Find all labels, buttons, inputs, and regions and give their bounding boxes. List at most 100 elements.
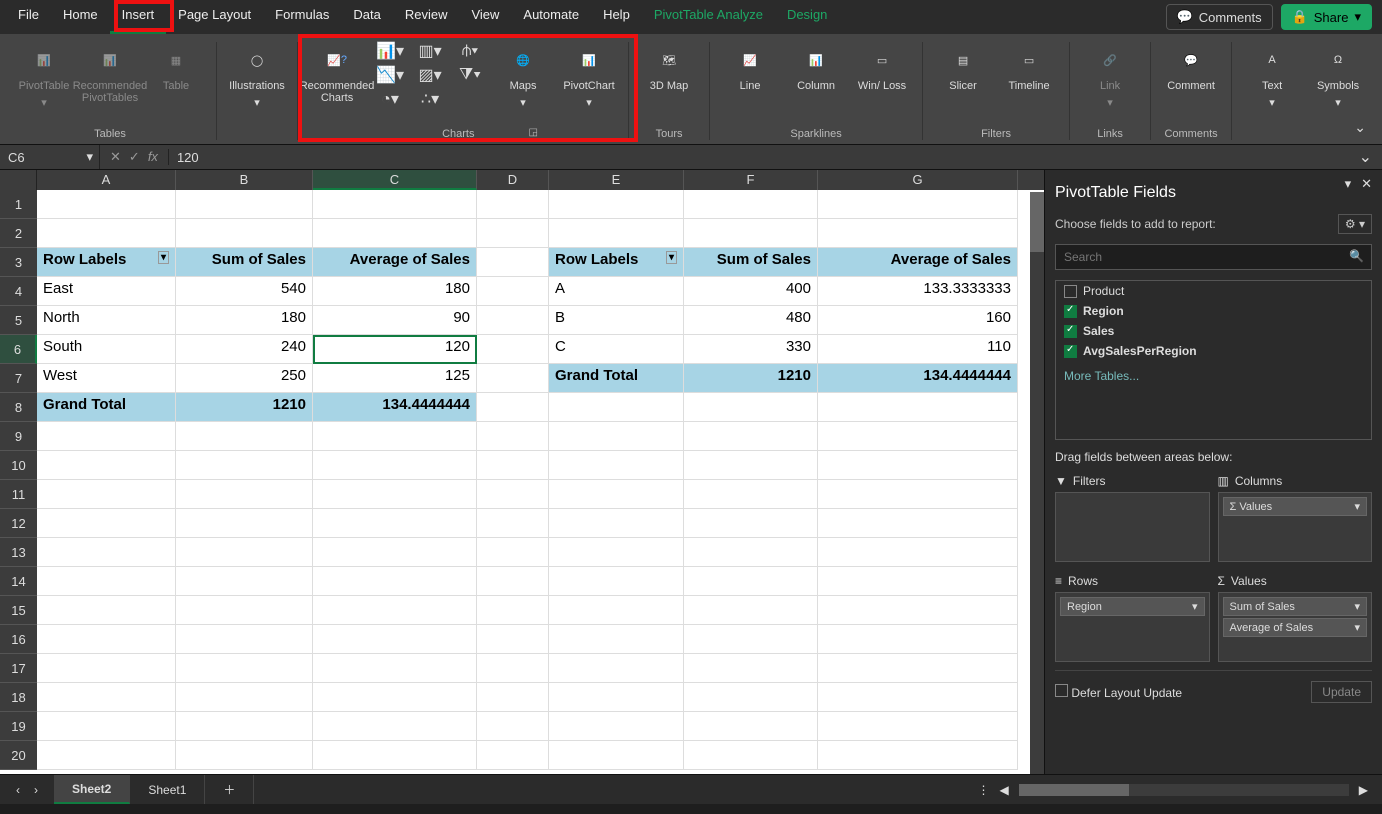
cell[interactable] <box>818 741 1018 770</box>
row-header-1[interactable]: 1 <box>0 190 37 219</box>
cell[interactable] <box>37 422 176 451</box>
row-header-17[interactable]: 17 <box>0 654 37 683</box>
cell[interactable] <box>818 509 1018 538</box>
cell[interactable] <box>818 712 1018 741</box>
cell[interactable]: 240 <box>176 335 313 364</box>
cell[interactable] <box>313 219 477 248</box>
bar-chart-icon[interactable]: ▥▾ <box>413 40 447 62</box>
tab-nav-next[interactable]: › <box>34 783 38 797</box>
enter-icon[interactable]: ✓ <box>129 149 140 165</box>
cell[interactable] <box>549 190 684 219</box>
row-header-6[interactable]: 6 <box>0 335 37 364</box>
cell[interactable] <box>477 625 549 654</box>
cell[interactable] <box>176 741 313 770</box>
pie-chart-icon[interactable]: ◔▾ <box>373 88 407 110</box>
pivot2-hdr-rowlabels[interactable]: Row Labels▾ <box>549 248 684 277</box>
cell[interactable] <box>313 683 477 712</box>
col-header-B[interactable]: B <box>176 170 313 190</box>
cell[interactable] <box>37 451 176 480</box>
row-header-15[interactable]: 15 <box>0 596 37 625</box>
comments-button[interactable]: 💬 Comments <box>1166 4 1273 30</box>
row-header-14[interactable]: 14 <box>0 567 37 596</box>
val-item[interactable]: Sum of Sales▾ <box>1223 597 1368 616</box>
cell[interactable] <box>477 422 549 451</box>
menu-help[interactable]: Help <box>591 0 642 34</box>
cell[interactable] <box>818 451 1018 480</box>
cell[interactable] <box>818 480 1018 509</box>
cell[interactable] <box>684 219 818 248</box>
cell[interactable] <box>684 393 818 422</box>
row-header-12[interactable]: 12 <box>0 509 37 538</box>
cell[interactable] <box>684 712 818 741</box>
cell[interactable] <box>818 625 1018 654</box>
line-chart-icon[interactable]: 📉▾ <box>373 64 407 86</box>
cell[interactable] <box>684 596 818 625</box>
row-header-11[interactable]: 11 <box>0 480 37 509</box>
cell[interactable] <box>549 596 684 625</box>
cell[interactable] <box>37 625 176 654</box>
row-header-19[interactable]: 19 <box>0 712 37 741</box>
cell[interactable] <box>549 393 684 422</box>
cell[interactable]: 90 <box>313 306 477 335</box>
col-header-D[interactable]: D <box>477 170 549 190</box>
3dmap-button[interactable]: 🗺3D Map <box>639 40 699 92</box>
pivot1-row-1[interactable]: North <box>37 306 176 335</box>
cell[interactable] <box>684 654 818 683</box>
sparkline-column[interactable]: 📊Column <box>786 40 846 92</box>
cell[interactable]: 110 <box>818 335 1018 364</box>
cancel-icon[interactable]: ✕ <box>110 149 121 165</box>
row-header-16[interactable]: 16 <box>0 625 37 654</box>
link-button[interactable]: 🔗Link▾ <box>1080 40 1140 109</box>
sheet-tab-sheet2[interactable]: Sheet2 <box>54 775 130 804</box>
menu-home[interactable]: Home <box>51 0 110 34</box>
val-item[interactable]: Average of Sales▾ <box>1223 618 1368 637</box>
values-area[interactable]: Sum of Sales▾ Average of Sales▾ <box>1218 592 1373 662</box>
cell[interactable] <box>37 538 176 567</box>
cell[interactable]: 540 <box>176 277 313 306</box>
hscroll-left[interactable]: ◀ <box>1000 783 1009 797</box>
horizontal-scrollbar[interactable] <box>1019 784 1349 796</box>
cell[interactable] <box>313 712 477 741</box>
cell[interactable]: 125 <box>313 364 477 393</box>
rec-charts-button[interactable]: 📈?Recommended Charts <box>307 40 367 104</box>
pivot1-hdr-avg[interactable]: Average of Sales <box>313 248 477 277</box>
cell[interactable] <box>313 451 477 480</box>
cell[interactable] <box>477 190 549 219</box>
field-product[interactable]: Product <box>1056 281 1371 301</box>
cell[interactable] <box>818 190 1018 219</box>
row-header-13[interactable]: 13 <box>0 538 37 567</box>
row-header-20[interactable]: 20 <box>0 741 37 770</box>
cell[interactable] <box>818 219 1018 248</box>
cell[interactable] <box>477 567 549 596</box>
cell[interactable] <box>37 567 176 596</box>
cell[interactable]: 250 <box>176 364 313 393</box>
row-header-2[interactable]: 2 <box>0 219 37 248</box>
column-chart-icon[interactable]: 📊▾ <box>373 40 407 62</box>
cell[interactable] <box>549 219 684 248</box>
menu-formulas[interactable]: Formulas <box>263 0 341 34</box>
col-header-A[interactable]: A <box>37 170 176 190</box>
cell[interactable] <box>37 741 176 770</box>
cell[interactable] <box>176 190 313 219</box>
cell[interactable] <box>37 712 176 741</box>
scatter-chart-icon[interactable]: ∴▾ <box>413 88 447 110</box>
sheet-options-icon[interactable]: ⋮ <box>978 783 990 797</box>
cell[interactable] <box>477 248 549 277</box>
cell[interactable] <box>176 509 313 538</box>
pivot1-hdr-rowlabels[interactable]: Row Labels▾ <box>37 248 176 277</box>
cell[interactable] <box>176 219 313 248</box>
charts-dialog-launcher[interactable]: ◲ <box>529 127 538 138</box>
cell[interactable] <box>176 712 313 741</box>
cell[interactable] <box>176 538 313 567</box>
cell[interactable] <box>477 712 549 741</box>
cell[interactable] <box>37 683 176 712</box>
row-header-5[interactable]: 5 <box>0 306 37 335</box>
menu-file[interactable]: File <box>6 0 51 34</box>
cell[interactable] <box>176 625 313 654</box>
cell[interactable] <box>684 480 818 509</box>
expand-formula-icon[interactable]: ⌄ <box>1349 147 1382 167</box>
select-all-corner[interactable] <box>0 170 37 190</box>
share-button[interactable]: 🔒 Share ▾ <box>1281 4 1372 30</box>
menu-view[interactable]: View <box>459 0 511 34</box>
combo-chart-icon[interactable]: ⫛▾ <box>453 40 487 62</box>
